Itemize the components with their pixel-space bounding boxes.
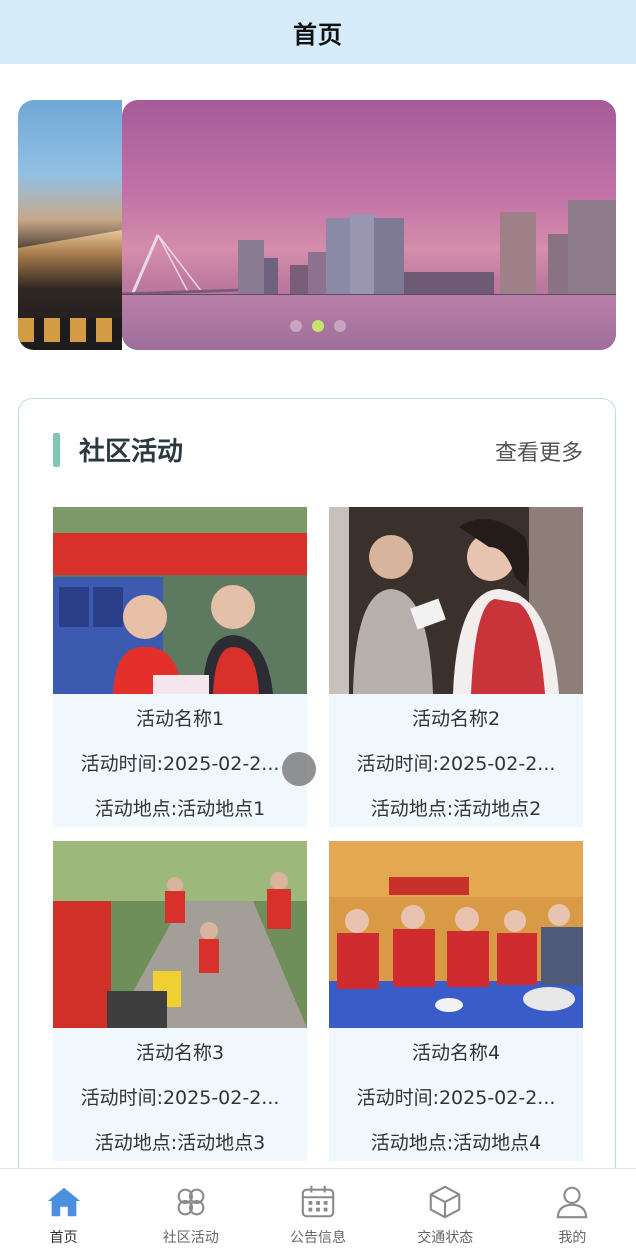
activity-place: 活动地点:活动地点3 <box>94 1132 266 1154</box>
activity-card[interactable]: 活动名称2 活动时间:2025-02-2... 活动地点:活动地点2 <box>329 507 583 827</box>
section-accent-bar <box>53 433 60 467</box>
banner-image-building <box>18 230 122 290</box>
tab-label: 社区活动 <box>162 1230 219 1246</box>
activity-time: 活动时间:2025-02-2... <box>80 753 280 775</box>
clover-icon <box>177 1188 205 1216</box>
activity-photo <box>329 841 583 1028</box>
carousel-indicators <box>0 320 636 334</box>
cube-icon <box>429 1185 461 1219</box>
user-icon <box>557 1186 588 1219</box>
activity-place: 活动地点:活动地点1 <box>94 798 266 820</box>
banner-slide-current[interactable] <box>122 100 616 350</box>
activity-name: 活动名称2 <box>411 708 501 730</box>
activity-photo <box>329 507 583 694</box>
tab-traffic-status[interactable]: 交通状态 <box>382 1169 509 1252</box>
nav-bar: 首页 <box>0 0 636 64</box>
tab-mine[interactable]: 我的 <box>509 1169 636 1252</box>
page-title: 首页 <box>293 20 343 49</box>
tab-label: 首页 <box>49 1230 78 1246</box>
banner-slide-previous[interactable] <box>18 100 122 350</box>
banner-carousel[interactable] <box>0 100 636 350</box>
activity-card[interactable]: 活动名称1 活动时间:2025-02-2... 活动地点:活动地点1 <box>53 507 307 827</box>
activity-photo <box>53 507 307 694</box>
activity-time: 活动时间:2025-02-2... <box>356 1087 556 1109</box>
carousel-dot[interactable] <box>290 320 302 332</box>
touch-indicator <box>282 752 316 786</box>
activity-place: 活动地点:活动地点4 <box>370 1132 542 1154</box>
activity-time: 活动时间:2025-02-2... <box>80 1087 280 1109</box>
tab-announcements[interactable]: 公告信息 <box>254 1169 381 1252</box>
activity-card[interactable]: 活动名称3 活动时间:2025-02-2... 活动地点:活动地点3 <box>53 841 307 1161</box>
activity-name: 活动名称3 <box>135 1042 225 1064</box>
activity-time: 活动时间:2025-02-2... <box>356 753 556 775</box>
activity-photo <box>53 841 307 1028</box>
carousel-dot-active[interactable] <box>312 320 324 332</box>
carousel-dot[interactable] <box>334 320 346 332</box>
home-icon <box>47 1187 80 1217</box>
tab-label: 交通状态 <box>417 1230 474 1246</box>
calendar-icon <box>301 1185 335 1218</box>
section-header: 社区活动 查看更多 <box>19 429 617 473</box>
community-activities-section: 社区活动 查看更多 活动名称1 活动时间:2025-02-2... 活动地点:活… <box>18 398 616 1178</box>
activity-name: 活动名称1 <box>135 708 225 730</box>
activity-place: 活动地点:活动地点2 <box>370 798 542 820</box>
tab-home[interactable]: 首页 <box>0 1169 127 1252</box>
tab-label: 我的 <box>558 1230 587 1246</box>
activity-name: 活动名称4 <box>411 1042 501 1064</box>
tab-bar: 首页 社区活动 公告信息 交通状态 我的 <box>0 1168 636 1252</box>
tab-community-activities[interactable]: 社区活动 <box>127 1169 254 1252</box>
activity-card[interactable]: 活动名称4 活动时间:2025-02-2... 活动地点:活动地点4 <box>329 841 583 1161</box>
section-title: 社区活动 <box>79 437 184 467</box>
tab-label: 公告信息 <box>290 1230 346 1246</box>
view-more-link[interactable]: 查看更多 <box>495 435 583 467</box>
